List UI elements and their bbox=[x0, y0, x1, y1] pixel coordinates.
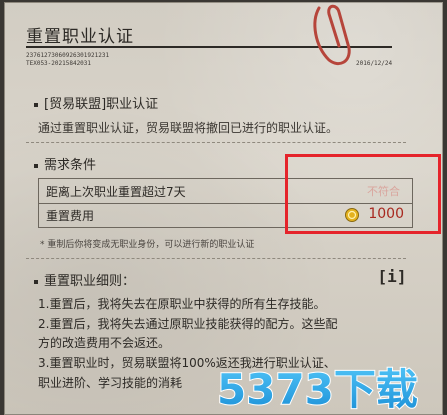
info-button[interactable]: [i] bbox=[377, 266, 407, 288]
requirements-heading: 需求条件 bbox=[34, 154, 96, 173]
section-heading-certification: [贸易联盟]职业认证 bbox=[34, 93, 158, 112]
rule-line: 1.重置后，我将失去在原职业中获得的所有生存技能。 bbox=[38, 297, 326, 311]
rule-line: 方的改造费用不会返还。 bbox=[38, 336, 171, 350]
reset-note: * 重制后你将变成无职业身份，可以进行新的职业认证 bbox=[40, 240, 255, 250]
watermark-text: 5373下载 bbox=[217, 365, 418, 414]
document-code-1: 23761273060926301921231 bbox=[26, 52, 110, 59]
requirement-label: 距离上次职业重置超过7天 bbox=[46, 185, 186, 199]
bullet-icon bbox=[34, 279, 38, 284]
highlight-box bbox=[285, 154, 441, 234]
rule-line: 职业进阶、学习技能的消耗 bbox=[38, 376, 183, 390]
bullet-icon bbox=[34, 102, 38, 107]
rules-heading: 重置职业细则： bbox=[34, 270, 135, 289]
rule-line: 2.重置后，我将失去通过原职业技能获得的配方。这些配 bbox=[38, 317, 338, 331]
divider bbox=[26, 258, 406, 259]
certification-description: 通过重置职业认证，贸易联盟将撤回已进行的职业认证。 bbox=[38, 121, 339, 135]
page-title: 重置职业认证 bbox=[26, 27, 134, 47]
document-code-2: TEX053-20215842031 bbox=[26, 60, 92, 67]
document-date: 2016/12/24 bbox=[356, 60, 393, 67]
section-heading-text: [贸易联盟]职业认证 bbox=[44, 97, 159, 112]
divider bbox=[26, 142, 406, 143]
requirement-label: 重置费用 bbox=[46, 209, 95, 223]
requirements-heading-text: 需求条件 bbox=[44, 158, 97, 173]
rules-heading-text: 重置职业细则： bbox=[44, 274, 136, 289]
bullet-icon bbox=[34, 163, 38, 168]
paperclip-icon bbox=[313, 4, 351, 65]
watermark-logo: 5373下载 bbox=[216, 364, 419, 414]
